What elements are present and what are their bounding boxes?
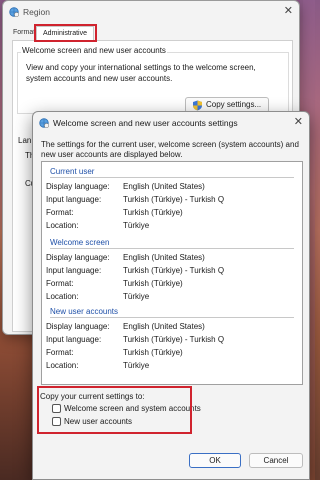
administrative-tab-highlight <box>34 24 97 42</box>
row-value: Turkish (Türkiye) <box>123 348 183 357</box>
row-label: Location: <box>46 361 79 370</box>
welcome-settings-dialog: Welcome screen and new user accounts set… <box>32 111 310 480</box>
region-title: Region <box>23 7 50 17</box>
row-value: Turkish (Türkiye) - Turkish Q <box>123 195 225 204</box>
globe-clock-icon <box>9 7 19 17</box>
section-heading-current-user: Current user <box>50 167 95 176</box>
row-value: Turkish (Türkiye) <box>123 279 183 288</box>
row-value: English (United States) <box>123 322 205 331</box>
ok-button[interactable]: OK <box>189 453 241 468</box>
row-label: Format: <box>46 348 74 357</box>
row-value: Turkish (Türkiye) <box>123 208 183 217</box>
row-value: Türkiye <box>123 292 150 301</box>
row-label: Display language: <box>46 182 110 191</box>
welcome-group-title: Welcome screen and new user accounts <box>21 46 167 55</box>
uac-shield-icon <box>193 100 202 111</box>
row-label: Format: <box>46 279 74 288</box>
dialog-intro: The settings for the current user, welco… <box>41 140 299 159</box>
language-group-fragment: Lan <box>18 136 32 145</box>
section-heading-new-user-accounts: New user accounts <box>50 307 119 316</box>
section-divider <box>50 177 294 178</box>
row-value: English (United States) <box>123 182 205 191</box>
copy-settings-label: Copy settings... <box>206 100 262 109</box>
row-label: Display language: <box>46 253 110 262</box>
row-label: Location: <box>46 292 79 301</box>
section-divider <box>50 248 294 249</box>
row-value: English (United States) <box>123 253 205 262</box>
row-label: Input language: <box>46 195 102 204</box>
settings-summary-box: Current user Display language: English (… <box>41 161 303 385</box>
row-label: Format: <box>46 208 74 217</box>
row-value: Turkish (Türkiye) - Turkish Q <box>123 335 225 344</box>
dialog-title: Welcome screen and new user accounts set… <box>53 118 238 128</box>
cancel-button[interactable]: Cancel <box>249 453 303 468</box>
globe-clock-icon <box>39 118 49 128</box>
section-heading-welcome-screen: Welcome screen <box>50 238 110 247</box>
row-label: Input language: <box>46 266 102 275</box>
dialog-close-icon[interactable]: ✕ <box>294 115 303 129</box>
row-label: Display language: <box>46 322 110 331</box>
section-divider <box>50 317 294 318</box>
row-label: Location: <box>46 221 79 230</box>
row-value: Turkish (Türkiye) - Turkish Q <box>123 266 225 275</box>
region-close-icon[interactable]: ✕ <box>284 4 293 18</box>
row-label: Input language: <box>46 335 102 344</box>
row-value: Türkiye <box>123 221 150 230</box>
copy-settings-highlight <box>37 386 192 434</box>
welcome-group-description: View and copy your international setting… <box>26 63 256 83</box>
region-titlebar[interactable]: Region ✕ <box>3 1 299 23</box>
row-value: Türkiye <box>123 361 150 370</box>
